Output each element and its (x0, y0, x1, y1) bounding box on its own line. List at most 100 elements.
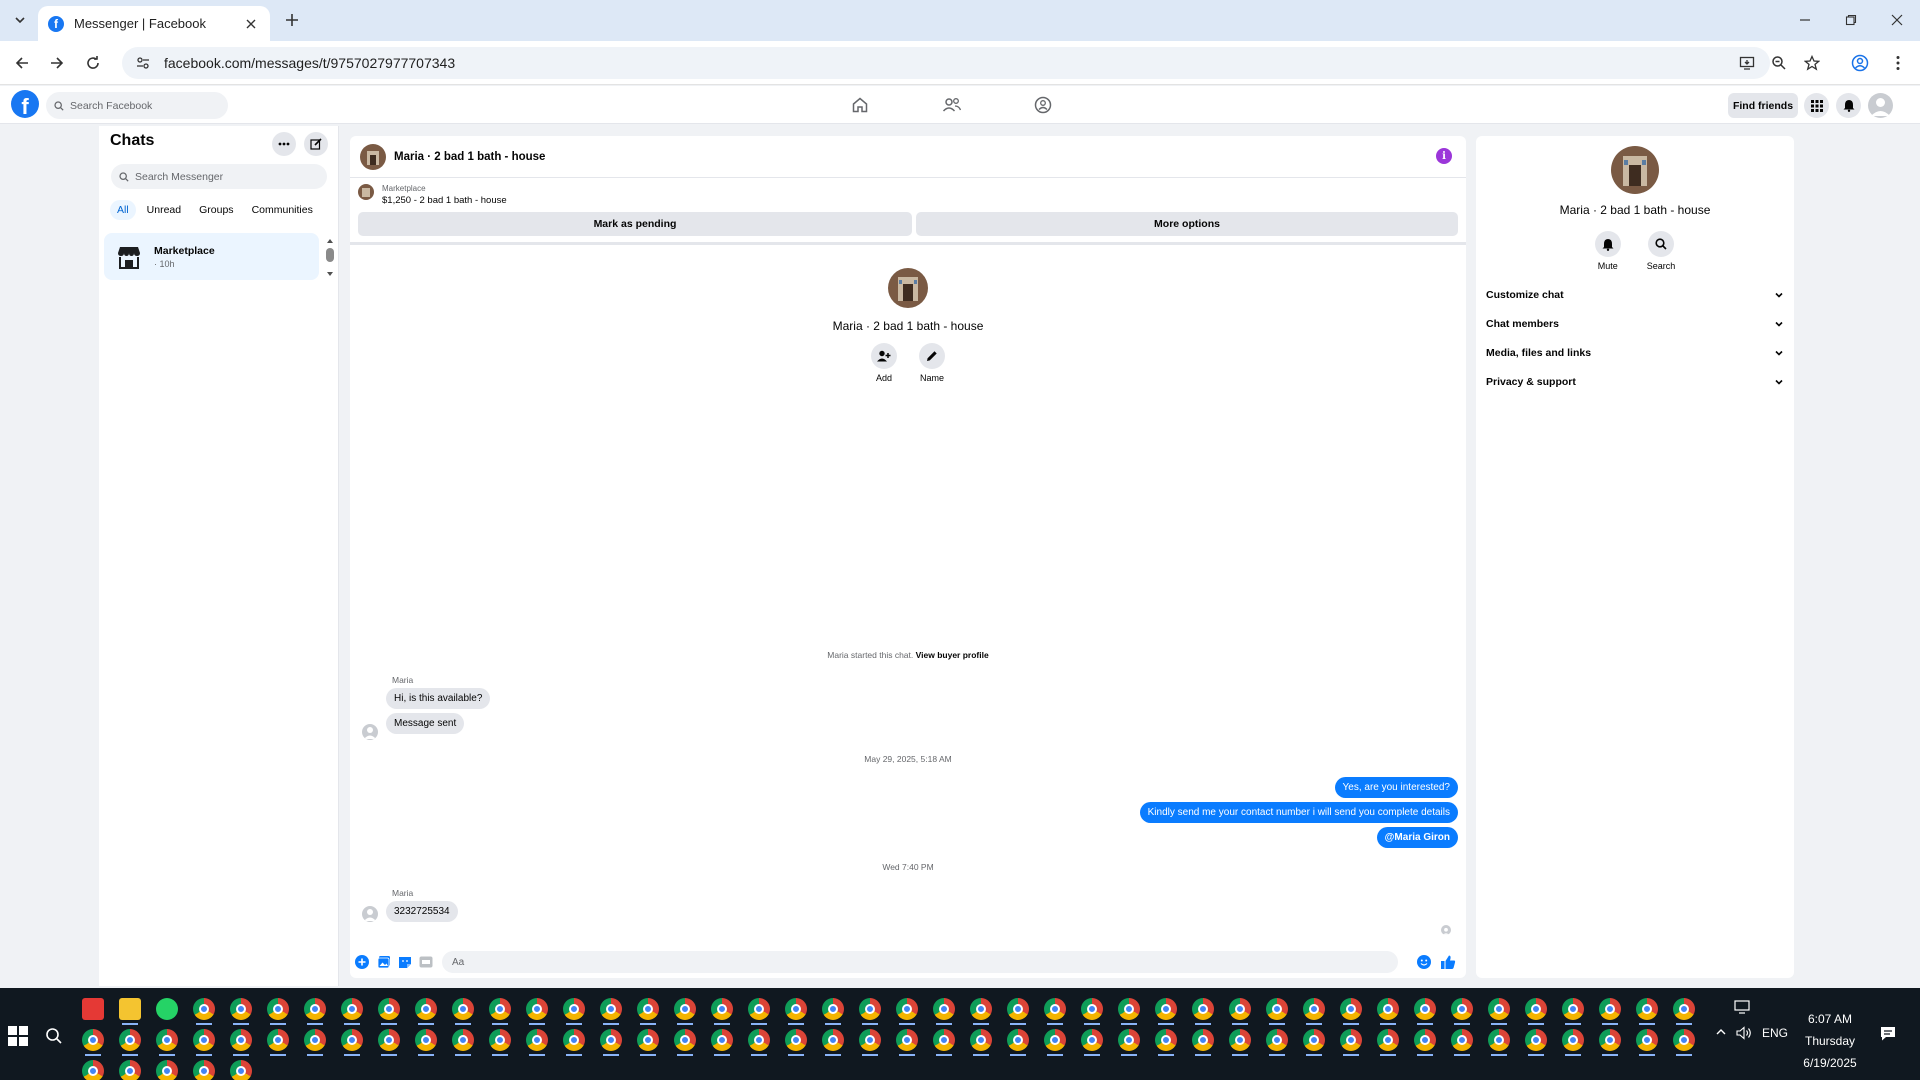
tab-search-icon[interactable] (8, 8, 32, 32)
house-avatar-icon[interactable] (888, 268, 928, 308)
chrome-taskbar-icon[interactable] (415, 1029, 437, 1056)
windows-start-icon[interactable] (8, 1026, 28, 1046)
chrome-taskbar-icon[interactable] (1303, 998, 1325, 1025)
chrome-taskbar-icon[interactable] (1414, 998, 1436, 1025)
chrome-taskbar-icon[interactable] (452, 1029, 474, 1056)
chrome-taskbar-icon[interactable] (1414, 1029, 1436, 1056)
network-icon[interactable] (1734, 1000, 1750, 1017)
chrome-taskbar-icon[interactable] (1044, 998, 1066, 1025)
zoom-icon[interactable] (1765, 49, 1793, 77)
filter-communities[interactable]: Communities (245, 200, 320, 220)
tab-close-icon[interactable] (242, 15, 260, 33)
chrome-taskbar-icon[interactable] (1081, 998, 1103, 1025)
chrome-taskbar-icon[interactable] (1303, 1029, 1325, 1056)
chrome-taskbar-icon[interactable] (1562, 998, 1584, 1025)
house-avatar-icon[interactable] (1611, 146, 1659, 194)
chrome-taskbar-icon[interactable] (896, 998, 918, 1025)
name-chat-button[interactable]: Name (919, 343, 945, 383)
chrome-taskbar-icon[interactable] (267, 998, 289, 1025)
new-message-icon[interactable] (304, 132, 328, 156)
chrome-taskbar-icon[interactable] (1155, 1029, 1177, 1056)
chrome-taskbar-icon[interactable] (1044, 1029, 1066, 1056)
chrome-taskbar-icon[interactable] (1488, 998, 1510, 1025)
search-in-chat-button[interactable]: Search (1647, 231, 1675, 271)
emoji-icon[interactable] (1416, 954, 1432, 970)
chrome-taskbar-icon[interactable] (526, 1029, 548, 1056)
profile-icon[interactable] (1846, 49, 1874, 77)
back-icon[interactable] (8, 49, 36, 77)
install-app-icon[interactable] (1733, 49, 1761, 77)
media-files-links-section[interactable]: Media, files and links (1476, 339, 1794, 367)
like-thumb-icon[interactable] (1440, 954, 1456, 970)
chrome-taskbar-icon[interactable] (452, 998, 474, 1025)
chrome-taskbar-icon[interactable] (674, 998, 696, 1025)
chrome-taskbar-icon[interactable] (563, 1029, 585, 1056)
chrome-taskbar-icon[interactable] (1081, 1029, 1103, 1056)
sender-avatar-icon[interactable] (362, 724, 378, 740)
reload-icon[interactable] (79, 49, 107, 77)
chrome-taskbar-icon[interactable] (119, 1029, 141, 1056)
chrome-taskbar-icon[interactable] (1155, 998, 1177, 1025)
minimize-icon[interactable] (1782, 0, 1828, 40)
outgoing-message[interactable]: Yes, are you interested? (1334, 777, 1458, 798)
taskbar-clock[interactable]: 6:07 AM Thursday 6/19/2025 (1790, 1008, 1870, 1074)
chrome-taskbar-icon[interactable] (156, 1060, 178, 1080)
chat-options-icon[interactable] (272, 132, 296, 156)
chrome-taskbar-icon[interactable] (1007, 998, 1029, 1025)
find-friends-button[interactable]: Find friends (1728, 93, 1798, 118)
chrome-taskbar-icon[interactable] (1192, 998, 1214, 1025)
more-options-button[interactable]: More options (916, 212, 1458, 236)
add-people-button[interactable]: Add (871, 343, 897, 383)
forward-icon[interactable] (43, 49, 71, 77)
chrome-taskbar-icon[interactable] (304, 998, 326, 1025)
chrome-taskbar-icon[interactable] (637, 998, 659, 1025)
sticker-icon[interactable] (397, 954, 413, 970)
home-icon[interactable] (848, 93, 872, 117)
chrome-taskbar-icon[interactable] (1007, 1029, 1029, 1056)
account-avatar-icon[interactable] (1868, 93, 1893, 118)
facebook-search-input[interactable]: Search Facebook (46, 92, 228, 119)
chrome-taskbar-icon[interactable] (1525, 998, 1547, 1025)
chrome-taskbar-icon[interactable] (341, 1029, 363, 1056)
chrome-taskbar-icon[interactable] (1599, 1029, 1621, 1056)
filter-all[interactable]: All (110, 200, 136, 220)
chrome-taskbar-icon[interactable] (230, 1060, 252, 1080)
chrome-taskbar-icon[interactable] (748, 998, 770, 1025)
marketplace-listing[interactable]: Marketplace $1,250 - 2 bad 1 bath - hous… (358, 184, 507, 206)
privacy-support-section[interactable]: Privacy & support (1476, 368, 1794, 396)
sidebar-scrollbar[interactable] (324, 236, 336, 282)
chrome-taskbar-icon[interactable] (785, 998, 807, 1025)
chrome-taskbar-icon[interactable] (1488, 1029, 1510, 1056)
browser-menu-icon[interactable] (1884, 49, 1912, 77)
chrome-taskbar-icon[interactable] (1451, 998, 1473, 1025)
chrome-taskbar-icon[interactable] (1636, 998, 1658, 1025)
chrome-taskbar-icon[interactable] (1451, 1029, 1473, 1056)
chrome-taskbar-icon[interactable] (970, 998, 992, 1025)
chrome-taskbar-icon[interactable] (230, 998, 252, 1025)
volume-icon[interactable] (1736, 1026, 1752, 1043)
chrome-taskbar-icon[interactable] (674, 1029, 696, 1056)
whatsapp-icon[interactable] (156, 998, 178, 1020)
chrome-taskbar-icon[interactable] (1525, 1029, 1547, 1056)
chrome-taskbar-icon[interactable] (156, 1029, 178, 1056)
messenger-search-input[interactable]: Search Messenger (111, 164, 327, 189)
chrome-taskbar-icon[interactable] (859, 998, 881, 1025)
customize-chat-section[interactable]: Customize chat (1476, 281, 1794, 309)
friends-icon[interactable] (940, 93, 964, 117)
chrome-taskbar-icon[interactable] (822, 1029, 844, 1056)
mark-as-pending-button[interactable]: Mark as pending (358, 212, 912, 236)
chrome-taskbar-icon[interactable] (1229, 998, 1251, 1025)
chrome-taskbar-icon[interactable] (600, 998, 622, 1025)
notifications-bell-icon[interactable] (1836, 93, 1861, 118)
notification-center-icon[interactable] (1880, 1026, 1896, 1045)
chrome-taskbar-icon[interactable] (193, 998, 215, 1025)
filter-groups[interactable]: Groups (192, 200, 240, 220)
taskbar-search-icon[interactable] (42, 1024, 66, 1048)
chrome-taskbar-icon[interactable] (637, 1029, 659, 1056)
chrome-taskbar-icon[interactable] (526, 998, 548, 1025)
chrome-taskbar-icon[interactable] (341, 998, 363, 1025)
chrome-taskbar-icon[interactable] (711, 1029, 733, 1056)
groups-icon[interactable] (1031, 93, 1055, 117)
site-settings-icon[interactable] (136, 56, 150, 70)
chrome-taskbar-icon[interactable] (1377, 998, 1399, 1025)
